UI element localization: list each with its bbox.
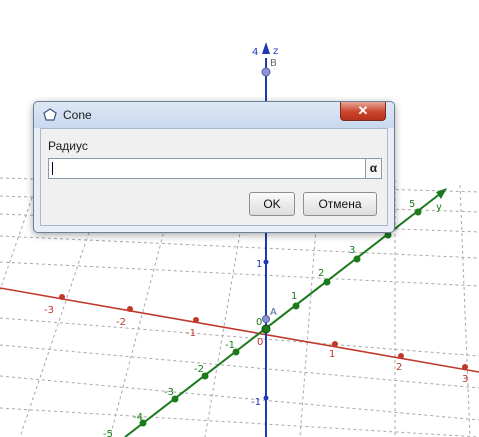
symbol-picker-button[interactable]: α	[366, 158, 382, 179]
y-tick-label: -5	[103, 429, 113, 437]
x-axis-tick	[332, 341, 338, 347]
y-axis-tick	[323, 278, 331, 286]
point-b-label: B	[270, 58, 277, 69]
y-tick-label: -2	[194, 364, 204, 375]
x-tick-label: -2	[116, 317, 126, 328]
close-icon: ✕	[357, 103, 369, 118]
radius-label: Радиус	[48, 139, 88, 153]
dialog-title: Cone	[63, 108, 92, 122]
y-tick-label: -3	[164, 387, 174, 398]
alpha-icon: α	[369, 161, 378, 175]
z-axis-tick	[263, 395, 269, 401]
cone-tool-icon	[43, 108, 57, 121]
y-axis-tick	[414, 208, 422, 216]
y-axis-tick	[353, 255, 361, 263]
y-axis-tick	[292, 302, 300, 310]
z-axis-label: z	[273, 46, 278, 57]
x-axis-tick	[127, 306, 133, 312]
y-axis-label: y	[436, 202, 442, 213]
close-button[interactable]: ✕	[340, 102, 386, 121]
y-tick-label: 3	[349, 245, 355, 256]
radius-input[interactable]	[48, 158, 366, 179]
origin-point	[261, 324, 271, 334]
z-axis-arrow-icon	[262, 42, 270, 54]
x-tick-label: 3	[462, 374, 468, 385]
x-tick-label: 2	[396, 362, 402, 373]
y-tick-label: -4	[133, 412, 143, 423]
dialog-body: Радиус α OK Отмена	[40, 128, 388, 226]
z-tick-label: -1	[251, 397, 261, 408]
y-axis-arrow-icon	[436, 188, 447, 199]
x-axis-tick	[462, 364, 468, 370]
origin-label: 0	[256, 317, 262, 328]
z-tick-label: 1	[256, 259, 262, 270]
x-axis-tick	[398, 353, 404, 359]
y-tick-label: 5	[409, 199, 415, 210]
cone-dialog: Cone ✕ Радиус α OK Отмена	[33, 101, 395, 233]
x-axis-tick	[59, 294, 65, 300]
dialog-titlebar[interactable]: Cone ✕	[34, 102, 394, 128]
x-tick-label: -1	[186, 328, 196, 339]
y-tick-label: -1	[225, 340, 235, 351]
x-tick-label: 0	[257, 337, 263, 348]
x-axis-tick	[193, 317, 199, 323]
point-b[interactable]: B	[261, 58, 277, 77]
y-tick-label: 1	[291, 291, 297, 302]
text-caret	[52, 162, 53, 175]
y-tick-label: 2	[318, 268, 324, 279]
x-tick-label: 1	[329, 349, 335, 360]
point-a-label: A	[270, 307, 277, 318]
x-tick-label: -3	[44, 305, 54, 316]
ok-button[interactable]: OK	[249, 192, 295, 216]
z-axis-tick	[263, 259, 269, 265]
z-tick-label: 4	[252, 47, 258, 58]
cancel-button[interactable]: Отмена	[303, 192, 377, 216]
